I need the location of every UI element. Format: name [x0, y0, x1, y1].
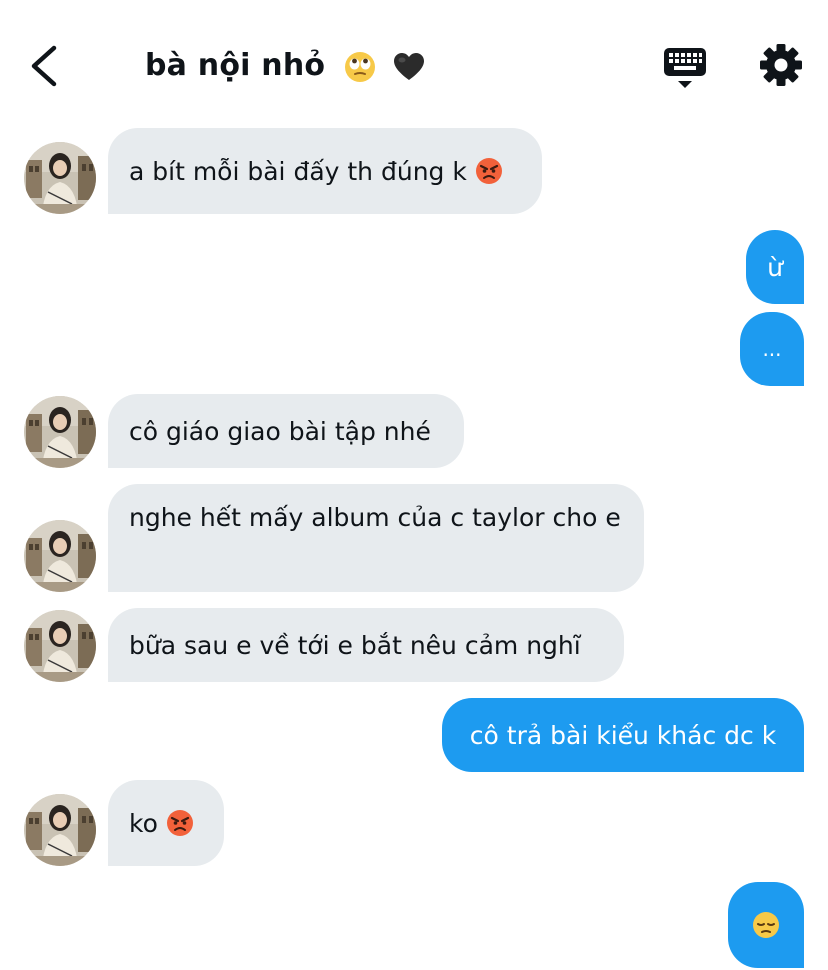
- message-text: cô trả bài kiểu khác dc k: [469, 720, 777, 750]
- gear-icon: [760, 44, 802, 86]
- message-bubble-incoming[interactable]: nghe hết mấy album của c taylor cho e: [108, 484, 644, 592]
- pensive-face-emoji-icon: [753, 912, 779, 938]
- back-button[interactable]: [26, 44, 66, 88]
- contact-avatar[interactable]: [24, 142, 96, 214]
- avatar-photo: [24, 396, 96, 468]
- message-bubble-outgoing[interactable]: [728, 882, 804, 968]
- contact-avatar[interactable]: [24, 610, 96, 682]
- message-bubble-incoming[interactable]: cô giáo giao bài tập nhé: [108, 394, 464, 468]
- avatar-photo: [24, 610, 96, 682]
- contact-avatar[interactable]: [24, 520, 96, 592]
- chevron-left-icon: [31, 45, 57, 87]
- keyboard-icon: [664, 48, 706, 88]
- angry-face-emoji-icon: [475, 158, 502, 184]
- avatar-photo: [24, 520, 96, 592]
- message-bubble-incoming[interactable]: ko: [108, 780, 224, 866]
- message-bubble-outgoing[interactable]: ...: [740, 312, 804, 386]
- message-text: cô giáo giao bài tập nhé: [129, 416, 431, 446]
- avatar-photo: [24, 794, 96, 866]
- message-bubble-outgoing[interactable]: ừ: [746, 230, 804, 304]
- settings-button[interactable]: [758, 42, 804, 88]
- contact-avatar[interactable]: [24, 396, 96, 468]
- message-bubble-incoming[interactable]: a bít mỗi bài đấy th đúng k: [108, 128, 542, 214]
- rolling-eyes-emoji-icon: [344, 51, 375, 82]
- black-heart-icon: [393, 52, 424, 80]
- conversation-header: bà nội nhỏ: [0, 0, 828, 120]
- message-text: a bít mỗi bài đấy th đúng k: [129, 156, 467, 186]
- message-bubble-outgoing[interactable]: cô trả bài kiểu khác dc k: [442, 698, 804, 772]
- message-text: ừ: [767, 252, 783, 282]
- message-text: ko: [129, 808, 158, 838]
- contact-avatar[interactable]: [24, 794, 96, 866]
- avatar-photo: [24, 142, 96, 214]
- angry-face-emoji-icon: [166, 810, 193, 836]
- keyboard-button[interactable]: [662, 46, 708, 90]
- conversation-title[interactable]: bà nội nhỏ: [145, 48, 425, 83]
- message-text: bữa sau e về tới e bắt nêu cảm nghĩ: [129, 630, 581, 660]
- message-text: nghe hết mấy album của c taylor cho e: [129, 503, 621, 532]
- message-text: ...: [762, 336, 782, 361]
- message-bubble-incoming[interactable]: bữa sau e về tới e bắt nêu cảm nghĩ: [108, 608, 624, 682]
- conversation-title-text: bà nội nhỏ: [145, 48, 326, 83]
